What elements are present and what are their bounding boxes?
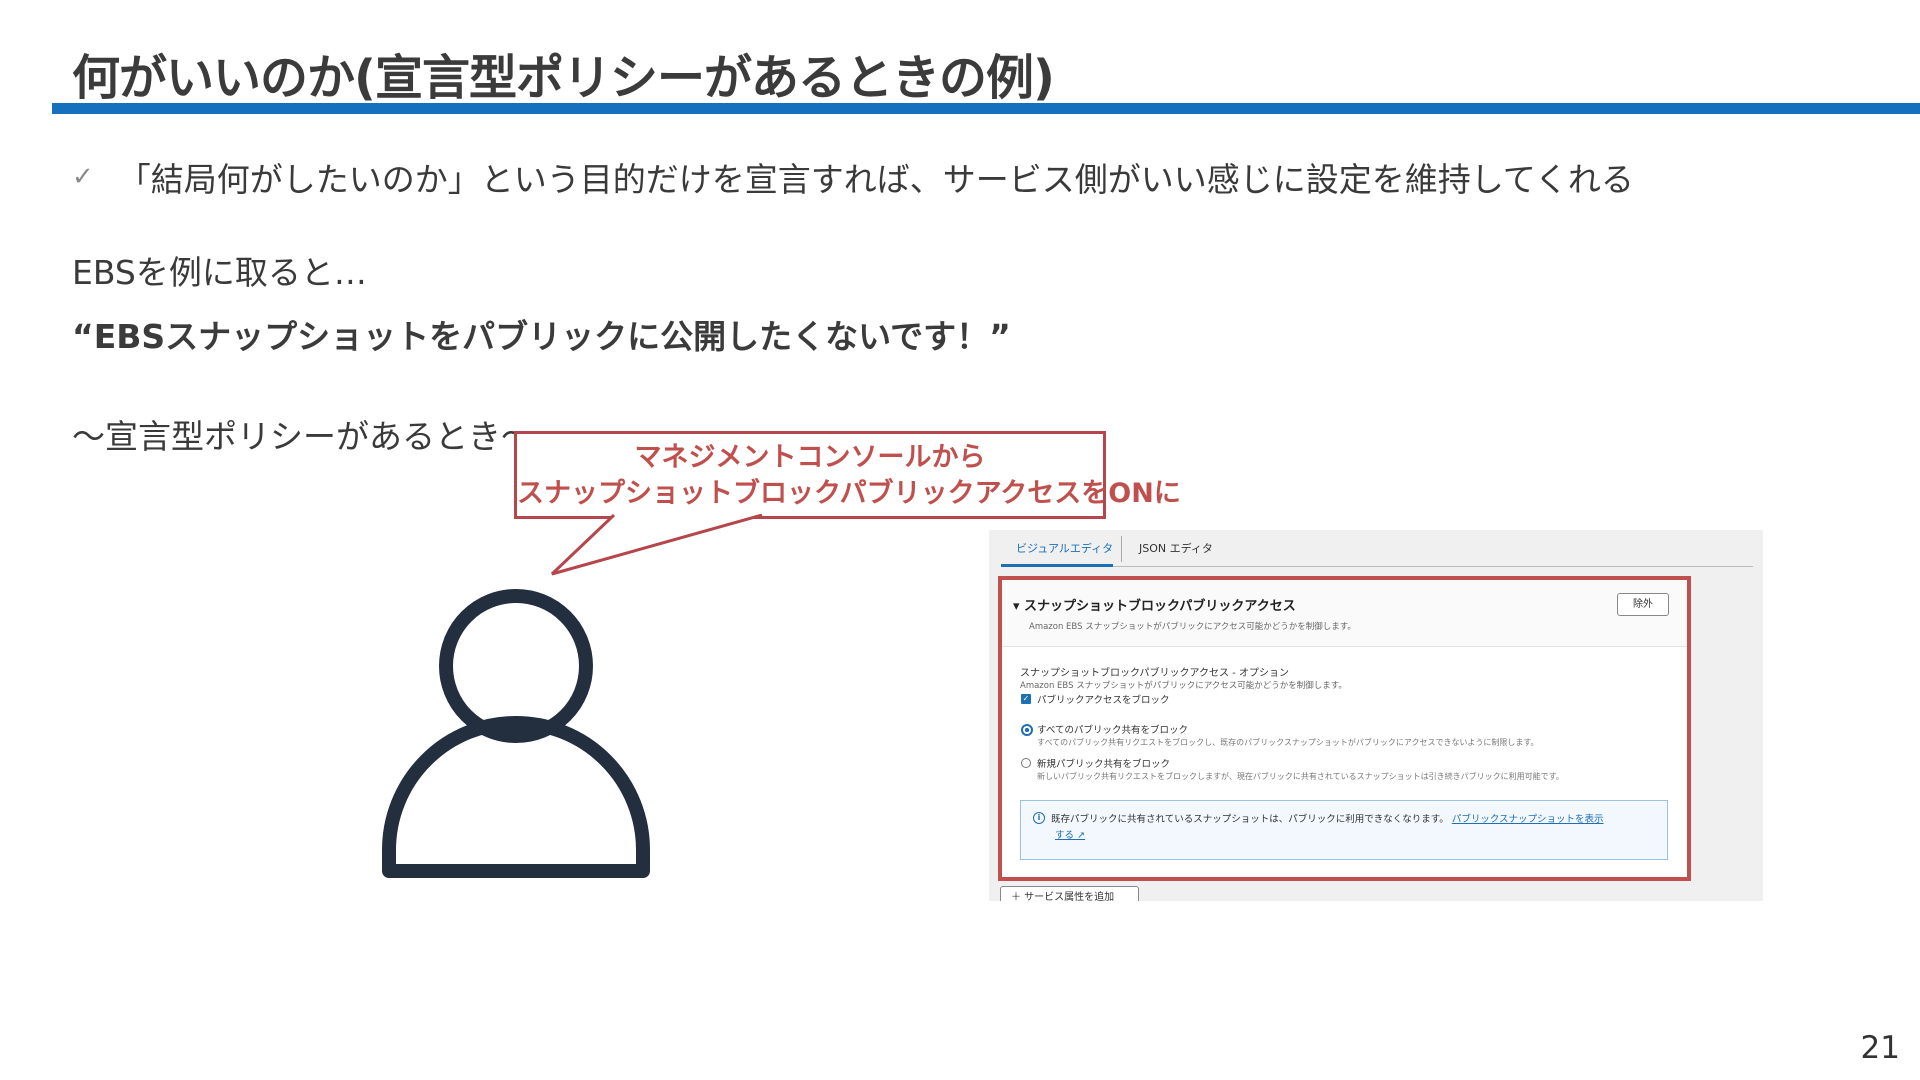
- info-message: 既存パブリックに共有されているスナップショットは、パブリックに利用できなくなりま…: [1051, 814, 1449, 825]
- tab-separator: [1121, 536, 1122, 562]
- panel-header: ▾ スナップショットブロックパブリックアクセス Amazon EBS スナップシ…: [1002, 580, 1687, 647]
- editor-tabbar: ビジュアルエディタ JSON エディタ: [989, 530, 1763, 568]
- info-alert: i 既存パブリックに共有されているスナップショットは、パブリックに利用できなくな…: [1020, 800, 1668, 860]
- bullet-text: 「結局何がしたいのか」という目的だけを宣言すれば、サービス側がいい感じに設定を維…: [117, 160, 1634, 199]
- radio-block-all-description: すべてのパブリック共有リクエストをブロックし、既存のパブリックスナップショットが…: [1037, 738, 1539, 747]
- checkbox-label: パブリックアクセスをブロック: [1037, 695, 1170, 706]
- declarative-heading: ～宣言型ポリシーがあるとき～: [72, 417, 534, 456]
- option-label: スナップショットブロックパブリックアクセス - オプション: [1020, 668, 1289, 679]
- tab-baseline: [1113, 566, 1753, 567]
- bullet-item: ✓ 「結局何がしたいのか」という目的だけを宣言すれば、サービス側がいい感じに設定…: [72, 153, 1634, 201]
- speech-callout: マネジメントコンソールから スナップショットブロックパブリックアクセスをONに: [514, 431, 1181, 519]
- option-description: Amazon EBS スナップショットがパブリックにアクセス可能かどうかを制御し…: [1020, 681, 1347, 691]
- tab-visual-editor[interactable]: ビジュアルエディタ: [1016, 540, 1113, 556]
- ebs-intro: EBSを例に取ると…: [72, 253, 367, 292]
- callout-line-2: スナップショットブロックパブリックアクセスをONに: [517, 478, 1181, 509]
- snapshot-block-panel: ▾ スナップショットブロックパブリックアクセス Amazon EBS スナップシ…: [998, 576, 1691, 881]
- page-number: 21: [1860, 1030, 1900, 1066]
- callout-tail: [550, 514, 763, 576]
- link-text-cont: する: [1055, 830, 1075, 841]
- add-service-attribute-button[interactable]: ＋ サービス属性を追加: [1000, 886, 1139, 901]
- view-public-snapshots-link-cont[interactable]: する ↗: [1055, 827, 1085, 841]
- info-text: 既存パブリックに共有されているスナップショットは、パブリックに利用できなくなりま…: [1051, 811, 1604, 825]
- radio-block-all[interactable]: [1021, 724, 1033, 736]
- view-public-snapshots-link[interactable]: パブリックスナップショットを表示: [1452, 814, 1604, 825]
- info-icon: i: [1033, 812, 1045, 824]
- remove-button[interactable]: 除外: [1617, 593, 1669, 616]
- radio-block-new-description: 新しいパブリック共有リクエストをブロックしますが、現在パブリックに共有されている…: [1037, 772, 1564, 781]
- radio-block-new[interactable]: [1021, 758, 1031, 768]
- console-screenshot: ビジュアルエディタ JSON エディタ ▾ スナップショットブロックパブリックア…: [989, 530, 1763, 901]
- block-public-access-checkbox[interactable]: ✓: [1021, 694, 1031, 704]
- external-link-icon: ↗: [1074, 830, 1085, 841]
- quote-text: “EBSスナップショットをパブリックに公開したくないです！”: [72, 317, 1011, 356]
- tab-json-editor[interactable]: JSON エディタ: [1139, 540, 1213, 556]
- slide-title: 何がいいのか(宣言型ポリシーがあるときの例): [72, 50, 1055, 106]
- radio-block-new-label: 新規パブリック共有をブロック: [1037, 759, 1171, 770]
- panel-title[interactable]: ▾ スナップショットブロックパブリックアクセス: [1013, 595, 1296, 614]
- check-icon: ✓: [72, 162, 94, 192]
- user-icon: [382, 589, 650, 878]
- title-rule: [52, 103, 1920, 114]
- panel-subtitle: Amazon EBS スナップショットがパブリックにアクセス可能かどうかを制御し…: [1029, 622, 1356, 632]
- active-tab-indicator: [1001, 564, 1113, 567]
- callout-line-1: マネジメントコンソールから: [634, 442, 986, 473]
- radio-block-all-label: すべてのパブリック共有をブロック: [1037, 725, 1188, 736]
